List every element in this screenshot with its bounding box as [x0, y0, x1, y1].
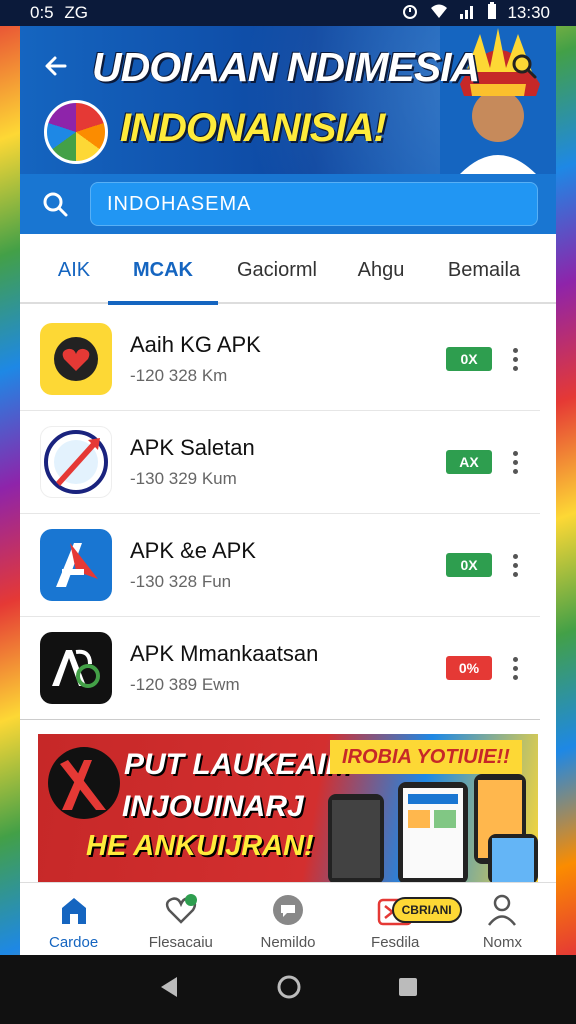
- ap-logo-icon: [40, 632, 112, 704]
- more-options-button[interactable]: [510, 656, 520, 680]
- recents-square-icon[interactable]: [397, 976, 419, 1003]
- status-clock: 13:30: [507, 3, 550, 22]
- phones-image: [328, 774, 538, 884]
- battery-icon: [487, 1, 497, 25]
- x-logo-icon: [48, 747, 120, 819]
- tab-ahgu[interactable]: Ahgu: [336, 237, 426, 303]
- more-options-button[interactable]: [510, 450, 520, 474]
- nav-item-favorites[interactable]: Flesacaiu: [127, 883, 234, 960]
- search-input[interactable]: INDOHASEMA: [90, 182, 538, 226]
- app-info: APK Mmankaatsan -120 389 Ewm: [130, 641, 446, 695]
- nav-label: Flesacaiu: [148, 934, 213, 951]
- app-name: APK &e APK: [130, 538, 256, 563]
- promo-banner[interactable]: PUT LAUKEAIM INJOUINARJ HE ANKUIJRAN! IR…: [38, 734, 538, 884]
- app-info: APK &e APK -130 328 Fun: [130, 538, 446, 592]
- letter-a-icon: [40, 529, 112, 601]
- tab-aik[interactable]: AIK: [40, 237, 108, 303]
- hero-header: UDOIAAN NDIMESIA INDONANISIA!: [20, 26, 556, 174]
- app-meta: -130 329 Kum: [130, 469, 237, 488]
- status-badge: AX: [446, 450, 492, 474]
- more-options-button[interactable]: [510, 347, 520, 371]
- status-time: 0:5: [30, 3, 54, 22]
- banner-line2: INJOUINARJ: [122, 790, 304, 823]
- banner-tag: IROBIA YOTIUIE!!: [330, 740, 522, 774]
- app-info: Aaih KG APK -120 328 Km: [130, 332, 446, 386]
- status-bar: 0:5 ZG 13:30: [0, 0, 576, 26]
- more-options-button[interactable]: [510, 553, 520, 577]
- back-button[interactable]: [38, 48, 74, 84]
- tab-gaciorml[interactable]: Gaciorml: [218, 237, 336, 303]
- app-meta: -120 389 Ewm: [130, 675, 240, 694]
- status-left: 0:5 ZG: [30, 3, 88, 23]
- status-badge: 0%: [446, 656, 492, 680]
- tab-label: Gaciorml: [236, 258, 317, 281]
- system-nav-bar: [0, 955, 576, 1024]
- home-icon: [56, 892, 92, 928]
- signal-icon: [459, 3, 477, 24]
- list-item[interactable]: APK Mmankaatsan -120 389 Ewm 0%: [20, 617, 540, 720]
- tab-label: Bemaila: [447, 258, 521, 281]
- hero-subtitle: INDONANISIA!: [120, 106, 387, 150]
- app-list: Aaih KG APK -120 328 Km 0X APK Saletan -…: [20, 308, 556, 720]
- status-right: 13:30: [401, 1, 550, 25]
- list-item[interactable]: Aaih KG APK -120 328 Km 0X: [20, 308, 540, 411]
- home-circle-icon[interactable]: [276, 974, 302, 1005]
- hero-title: UDOIAAN NDIMESIA: [92, 44, 480, 90]
- arrow-shield-icon: [40, 426, 112, 498]
- arrow-left-icon: [45, 56, 67, 76]
- tab-bar: AIK MCAK Gaciorml Ahgu Bemaila: [20, 237, 556, 305]
- app-name: APK Mmankaatsan: [130, 641, 319, 666]
- heart-icon: [163, 892, 199, 928]
- banner-line3: HE ANKUIJRAN!: [86, 830, 314, 862]
- nav-item-profile[interactable]: Nomx: [449, 883, 556, 960]
- nav-item-gifts[interactable]: CBRIANI Fesdila: [342, 883, 462, 960]
- app-meta: -130 328 Fun: [130, 572, 232, 591]
- status-badge: 0X: [446, 553, 492, 577]
- tab-label: AIK: [57, 258, 91, 281]
- app-window: UDOIAAN NDIMESIA INDONANISIA! INDOHASEMA…: [20, 26, 556, 960]
- tab-label: Ahgu: [357, 258, 405, 281]
- nav-label: Nomx: [482, 934, 522, 951]
- app-meta: -120 328 Km: [130, 366, 228, 385]
- nav-label: Nemildo: [260, 934, 316, 951]
- nav-item-home[interactable]: Cardoe: [20, 883, 127, 960]
- search-bar: INDOHASEMA: [20, 174, 556, 234]
- status-carrier: ZG: [64, 3, 88, 22]
- status-badge: 0X: [446, 347, 492, 371]
- app-info: APK Saletan -130 329 Kum: [130, 435, 446, 489]
- search-icon: [512, 54, 537, 79]
- tab-mcak[interactable]: MCAK: [108, 237, 218, 305]
- alarm-icon: [401, 2, 419, 25]
- wifi-icon: [429, 3, 449, 24]
- tab-label: MCAK: [133, 258, 193, 281]
- app-name: APK Saletan: [130, 435, 255, 460]
- search-icon: [38, 187, 72, 221]
- chat-icon: [270, 892, 306, 928]
- person-icon: [484, 892, 520, 928]
- nav-item-messages[interactable]: Nemildo: [234, 883, 341, 960]
- nav-label: Fesdila: [371, 934, 420, 951]
- tab-bemaila[interactable]: Bemaila: [426, 237, 542, 303]
- app-name: Aaih KG APK: [130, 332, 261, 357]
- hero-logo: [44, 100, 108, 164]
- heart-icon: [40, 323, 112, 395]
- bottom-nav: Cardoe Flesacaiu Nemildo CBRIANI Fesdila: [20, 882, 556, 960]
- header-search-button[interactable]: [504, 46, 544, 86]
- nav-label: Cardoe: [49, 934, 99, 951]
- list-item[interactable]: APK Saletan -130 329 Kum AX: [20, 411, 540, 514]
- back-triangle-icon[interactable]: [157, 975, 181, 1004]
- list-item[interactable]: APK &e APK -130 328 Fun 0X: [20, 514, 540, 617]
